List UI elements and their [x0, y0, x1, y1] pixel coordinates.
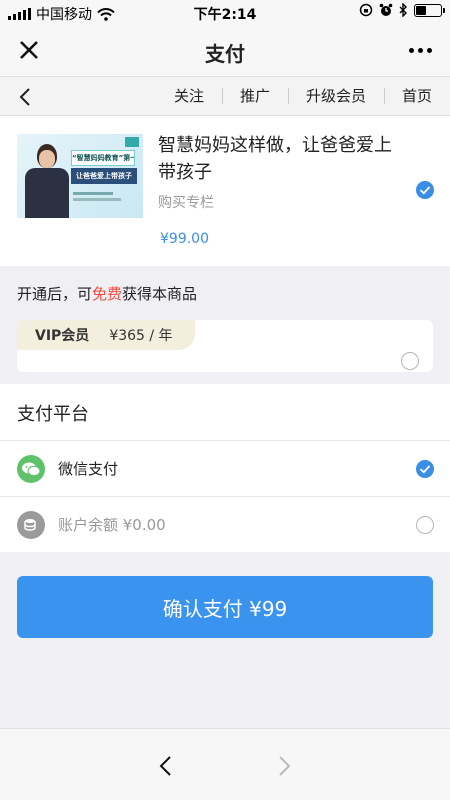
presenter-image — [25, 144, 69, 218]
nav-promote[interactable]: 推广 — [221, 77, 288, 115]
more-button[interactable] — [400, 34, 440, 66]
browser-back-button[interactable] — [150, 751, 180, 781]
pay-option-label: 微信支付 — [58, 460, 119, 478]
bottom-toolbar — [0, 728, 450, 800]
product-title: 智慧妈妈这样做，让爸爸爱上带孩子 — [158, 135, 392, 183]
battery-icon — [414, 3, 445, 17]
wechat-pay-icon — [17, 455, 45, 483]
vip-radio-icon[interactable] — [401, 352, 419, 370]
payment-platform-section: 支付平台 微信支付 账户余额 ¥0.00 — [0, 384, 450, 552]
title-bar: 支付 — [0, 24, 450, 76]
back-button[interactable] — [12, 83, 38, 111]
browser-forward-button[interactable] — [270, 751, 300, 781]
membership-notice: 开通后，可免费获得本商品 — [17, 285, 198, 303]
bluetooth-icon — [399, 3, 407, 17]
product-thumbnail: “智慧妈妈教育”第一课 让爸爸爱上带孩子 — [17, 134, 143, 218]
thumbnail-logo — [125, 137, 139, 147]
product-check-icon[interactable] — [416, 181, 434, 199]
vip-tag: VIP会员 ¥365 / 年 — [17, 320, 195, 350]
free-highlight: 免费 — [92, 285, 123, 303]
pay-option-label: 账户余额 ¥0.00 — [58, 516, 166, 534]
platform-title: 支付平台 — [17, 404, 89, 425]
thumbnail-caption-1: “智慧妈妈教育”第一课 — [71, 150, 135, 166]
chevron-right-icon — [279, 756, 291, 776]
balance-radio-icon[interactable] — [416, 516, 434, 534]
product-price: ¥99.00 — [160, 231, 209, 247]
chevron-left-icon — [159, 756, 171, 776]
vip-price: ¥365 / 年 — [109, 328, 173, 344]
vip-option[interactable]: VIP会员 ¥365 / 年 — [17, 320, 433, 372]
confirm-pay-button[interactable]: 确认支付 ¥99 — [17, 576, 433, 638]
status-bar: 中国移动 下午2:14 — [0, 0, 450, 24]
balance-icon — [17, 511, 45, 539]
product-subtitle: 购买专栏 — [158, 195, 214, 211]
nav-follow[interactable]: 关注 — [156, 77, 222, 115]
more-icon — [408, 47, 414, 53]
alarm-icon — [379, 3, 393, 16]
nav-home[interactable]: 首页 — [383, 77, 450, 115]
rotation-lock-icon — [359, 3, 373, 17]
nav-upgrade-member[interactable]: 升级会员 — [287, 77, 384, 115]
pay-option-wechat[interactable]: 微信支付 — [0, 440, 450, 496]
pay-option-balance[interactable]: 账户余额 ¥0.00 — [0, 496, 450, 552]
wechat-check-icon[interactable] — [416, 460, 434, 478]
nav-bar: 关注 推广 升级会员 首页 — [0, 76, 450, 116]
page-title: 支付 — [205, 42, 245, 66]
vip-name: VIP会员 — [35, 328, 90, 344]
chevron-left-icon — [19, 88, 30, 106]
thumbnail-caption-2: 让爸爸爱上带孩子 — [71, 168, 137, 184]
product-card[interactable]: “智慧妈妈教育”第一课 让爸爸爱上带孩子 智慧妈妈这样做，让爸爸爱上带孩子 购买… — [0, 116, 450, 266]
